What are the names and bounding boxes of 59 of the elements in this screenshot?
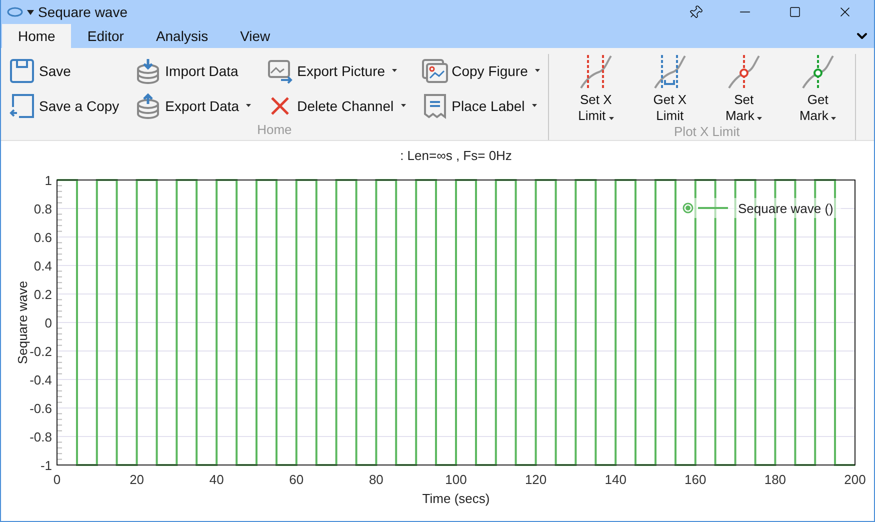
y-tick-label: -1 <box>40 458 52 473</box>
y-tick-label: 0 <box>44 316 52 330</box>
y-tick-label: -0.8 <box>30 430 52 444</box>
x-tick-label: 160 <box>684 472 706 487</box>
ribbon-button[interactable]: Save <box>7 54 122 87</box>
ribbon-button[interactable]: Save a Copy <box>7 89 122 122</box>
y-tick-label: -0.6 <box>30 401 52 416</box>
y-tick-label: 1 <box>44 173 52 188</box>
ribbon-button[interactable]: Export Picture <box>265 54 408 87</box>
caret-icon[interactable] <box>27 10 34 14</box>
x-tick-label: 200 <box>844 472 866 487</box>
ribbon-tab[interactable]: View <box>224 24 286 48</box>
group-label: Plot X Limit <box>674 124 740 139</box>
ribbon-tab[interactable]: Editor <box>71 24 140 48</box>
ribbon-tab[interactable]: Home <box>2 24 72 48</box>
ribbon-button[interactable]: Set Mark <box>712 54 775 124</box>
label-icon <box>422 92 448 118</box>
marker-icon <box>726 54 761 90</box>
group-label: Home <box>257 122 292 137</box>
database-icon <box>135 92 162 118</box>
y-axis-label: Sequare wave <box>15 280 30 364</box>
ribbon-tab[interactable]: Analysis <box>140 24 224 48</box>
app-logo-icon <box>7 7 23 17</box>
image-icon <box>422 58 448 84</box>
x-tick-label: 20 <box>130 472 144 487</box>
x-tick-label: 40 <box>209 472 224 487</box>
y-tick-label: -0.2 <box>30 344 52 359</box>
ribbon-button[interactable]: Set X Limit <box>564 54 627 124</box>
y-tick-label: -0.4 <box>30 372 52 388</box>
ribbon-button[interactable]: Place Label <box>420 89 542 122</box>
x-tick-label: 0 <box>53 472 61 487</box>
x-tick-label: 60 <box>289 472 304 487</box>
x-tick-label: 100 <box>445 472 467 487</box>
maximize-icon[interactable] <box>789 6 801 18</box>
image-icon <box>267 58 294 84</box>
window-title: Sequare wave <box>38 4 128 20</box>
x-limit-icon <box>652 54 687 90</box>
legend-label: Sequare wave () <box>738 201 834 216</box>
x-axis-label: Time (secs) <box>422 491 490 506</box>
y-tick-label: 0.4 <box>34 258 52 274</box>
x-tick-label: 140 <box>604 472 626 487</box>
ribbon-button[interactable]: Delete Channel <box>265 89 408 122</box>
ribbon-button[interactable]: Get X Limit <box>638 54 701 124</box>
legend-marker-icon <box>682 202 728 214</box>
x-tick-label: 80 <box>368 472 384 487</box>
y-tick-label: 0.8 <box>34 202 52 216</box>
marker-icon <box>800 54 835 90</box>
ribbon-button[interactable]: Export Data <box>133 89 254 122</box>
ribbon-button[interactable]: Get Mark <box>786 54 849 124</box>
database-icon <box>135 58 162 84</box>
x-tick-label: 180 <box>764 472 786 487</box>
y-tick-label: 0.2 <box>34 287 52 302</box>
x-limit-icon <box>578 54 613 90</box>
ribbon-button[interactable]: Import Data <box>133 54 254 87</box>
floppy-disk-icon <box>9 92 35 118</box>
ribbon-button[interactable]: Copy Figure <box>420 54 542 87</box>
x-tick-label: 120 <box>524 472 547 487</box>
y-tick-label: 0.6 <box>34 230 52 245</box>
chart-title: : Len=∞s , Fs= 0Hz <box>400 148 512 163</box>
